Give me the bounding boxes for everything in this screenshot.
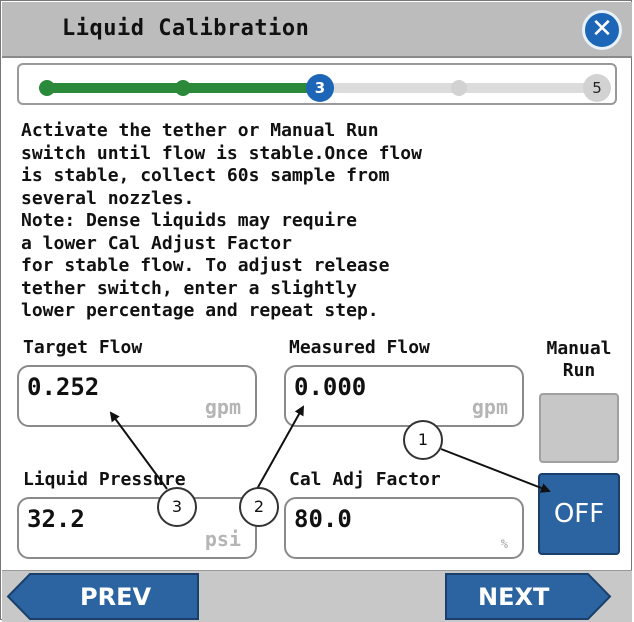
callout-2-arrow <box>256 405 304 490</box>
callout-3-arrow <box>109 411 168 490</box>
callout-1-arrow <box>440 448 551 493</box>
callout-3: 3 <box>157 487 197 527</box>
callout-1: 1 <box>403 420 443 460</box>
callout-2: 2 <box>239 487 279 527</box>
callout-arrows <box>109 405 551 493</box>
calibration-screen: Liquid Calibration ✕ 3 5 Activate the te… <box>0 0 632 622</box>
